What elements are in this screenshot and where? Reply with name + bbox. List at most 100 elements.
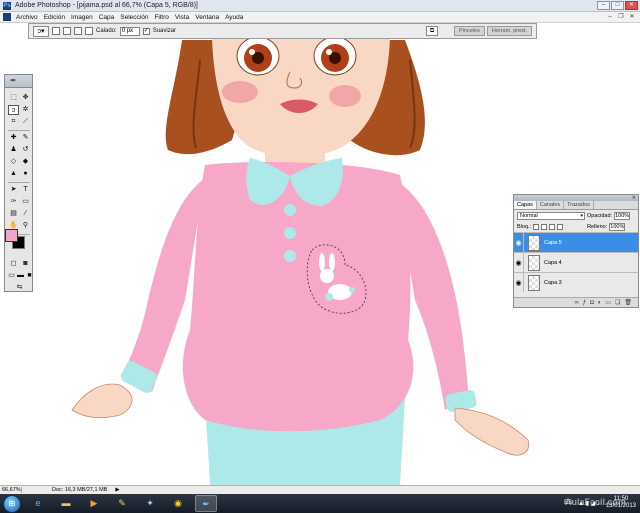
brush-tool-icon[interactable]: ✎ <box>20 133 31 143</box>
eraser-tool-icon[interactable]: ◇ <box>8 157 19 167</box>
eye-icon[interactable]: ◉ <box>514 253 524 272</box>
menu-seleccion[interactable]: Selección <box>117 14 151 21</box>
move-tool-icon[interactable]: ✥ <box>20 93 31 103</box>
menu-edicion[interactable]: Edición <box>41 14 68 21</box>
chrome-icon[interactable]: ◉ <box>167 495 189 512</box>
slice-tool-icon[interactable]: ⟋ <box>20 117 31 127</box>
shape-tool-icon[interactable]: ▭ <box>20 197 31 207</box>
window-title: Adobe Photoshop - [pijama.psd al 66,7% (… <box>15 2 198 9</box>
clone-stamp-icon[interactable]: ♟ <box>8 145 19 155</box>
dodge-tool-icon[interactable]: ● <box>20 169 31 179</box>
minimize-button[interactable]: – <box>597 1 610 10</box>
new-group-icon[interactable]: ▭ <box>605 299 611 306</box>
menu-ayuda[interactable]: Ayuda <box>222 14 246 21</box>
path-selection-icon[interactable]: ➤ <box>8 185 19 195</box>
well-tab-brushes[interactable]: Pinceles <box>454 26 485 36</box>
layers-panel: ✕ Capas Canales Trazados Normal Opacidad… <box>513 194 639 308</box>
fill-label: Relleno: <box>587 223 608 230</box>
watermark-logo: AulaFacil.com <box>564 497 626 507</box>
photoshop-taskbar-icon[interactable]: ✒ <box>195 495 217 512</box>
eyedropper-tool-icon[interactable]: ⁄ <box>20 209 31 219</box>
menu-archivo[interactable]: Archivo <box>13 14 41 21</box>
game-icon[interactable]: ✦ <box>139 495 161 512</box>
type-tool-icon[interactable]: T <box>20 185 31 195</box>
magic-wand-tool-icon[interactable]: ✲ <box>20 105 31 115</box>
fill-input[interactable]: 100% <box>609 222 626 231</box>
menu-imagen[interactable]: Imagen <box>68 14 96 21</box>
quick-mask-icon[interactable]: ◙ <box>20 259 31 269</box>
lasso-tool-preset-icon[interactable]: ↄ▾ <box>33 25 49 37</box>
healing-brush-icon[interactable]: ✚ <box>8 133 19 143</box>
opacity-label: Opacidad: <box>587 212 613 219</box>
pen-tool-icon[interactable]: ✑ <box>8 197 19 207</box>
layer-mask-icon[interactable]: ◘ <box>590 300 594 306</box>
maximize-button[interactable]: □ <box>611 1 624 10</box>
layer-row[interactable]: ◉ Capa 4 <box>514 252 638 272</box>
jump-to-imageready-icon[interactable]: ⇆ <box>14 283 25 293</box>
pajama-shirt <box>182 162 414 432</box>
foreground-color-swatch[interactable] <box>5 229 18 242</box>
opacity-input[interactable]: 100% <box>614 211 631 220</box>
menu-filtro[interactable]: Filtro <box>151 14 171 21</box>
document-size: Doc: 16,3 MB/27,1 MB <box>52 487 108 493</box>
link-layers-icon[interactable]: ∞ <box>574 300 578 306</box>
lock-position-icon[interactable] <box>549 223 556 230</box>
layer-row[interactable]: ◉ Capa 5 <box>514 232 638 252</box>
notes-tool-icon[interactable]: ▤ <box>8 209 19 219</box>
file-explorer-icon[interactable]: ▬ <box>55 495 77 512</box>
menu-vista[interactable]: Vista <box>172 14 192 21</box>
eye-icon[interactable]: ◉ <box>514 273 524 292</box>
tab-canales[interactable]: Canales <box>537 201 565 209</box>
layer-thumbnail <box>528 274 540 291</box>
menu-capa[interactable]: Capa <box>96 14 118 21</box>
antialias-checkbox[interactable]: ✓ <box>142 27 150 35</box>
add-selection-icon[interactable] <box>63 27 71 35</box>
lock-all-icon[interactable] <box>557 223 564 230</box>
well-tab-tool-presets[interactable]: Herram. prest. <box>486 26 532 36</box>
standard-mode-icon[interactable]: ◻ <box>8 259 19 269</box>
antialias-label: Suavizar <box>152 28 177 34</box>
screen-mode-full-icon[interactable]: ■ <box>24 271 35 281</box>
lasso-tool-icon[interactable]: ↄ <box>8 105 19 115</box>
feather-logo-icon[interactable]: ✒ <box>10 77 28 85</box>
blend-mode-select[interactable]: Normal <box>517 211 585 220</box>
doc-close-button[interactable]: ✕ <box>627 13 637 21</box>
status-menu-arrow-icon[interactable]: ▶ <box>115 487 119 493</box>
tab-capas[interactable]: Capas <box>514 201 537 209</box>
paint-bucket-icon[interactable]: ◆ <box>20 157 31 167</box>
lock-transparency-icon[interactable] <box>533 223 540 230</box>
file-browser-icon[interactable]: ⧉ <box>426 26 438 36</box>
status-bar: 66,67% Doc: 16,3 MB/27,1 MB ▶ <box>0 485 640 494</box>
tab-trazados[interactable]: Trazados <box>564 201 594 209</box>
start-button[interactable]: ⊞ <box>3 494 21 513</box>
doc-restore-button[interactable]: ❐ <box>616 13 626 21</box>
feather-input[interactable]: 0 px <box>119 26 140 36</box>
subtract-selection-icon[interactable] <box>74 27 82 35</box>
new-selection-icon[interactable] <box>52 27 60 35</box>
layers-panel-close-icon[interactable]: ✕ <box>632 195 636 201</box>
eye-icon[interactable]: ◉ <box>514 233 524 252</box>
intersect-selection-icon[interactable] <box>85 27 93 35</box>
close-button[interactable]: ✕ <box>625 1 638 10</box>
media-player-icon[interactable]: ▶ <box>83 495 105 512</box>
window-titlebar[interactable]: Ps Adobe Photoshop - [pijama.psd al 66,7… <box>0 0 640 12</box>
layer-style-icon[interactable]: ƒ <box>583 300 586 306</box>
paint-icon[interactable]: ✎ <box>111 495 133 512</box>
crop-tool-icon[interactable]: ⌗ <box>8 117 19 127</box>
marquee-tool-icon[interactable]: ⬚ <box>8 93 19 103</box>
lock-pixels-icon[interactable] <box>541 223 548 230</box>
adjustment-layer-icon[interactable]: ◐ <box>598 300 602 306</box>
zoom-tool-icon[interactable]: ⚲ <box>20 221 31 231</box>
delete-layer-icon[interactable]: 🗑 <box>624 299 632 306</box>
layer-name: Capa 4 <box>544 259 562 266</box>
zoom-level[interactable]: 66,67% <box>0 487 22 493</box>
document-icon[interactable] <box>3 13 11 21</box>
internet-explorer-icon[interactable]: e <box>27 495 49 512</box>
new-layer-icon[interactable]: ❏ <box>615 299 620 306</box>
history-brush-icon[interactable]: ↺ <box>20 145 31 155</box>
doc-minimize-button[interactable]: – <box>605 13 615 21</box>
blur-tool-icon[interactable]: ▲ <box>8 169 19 179</box>
menu-ventana[interactable]: Ventana <box>192 14 222 21</box>
layer-thumbnail <box>528 254 540 271</box>
layer-row[interactable]: ◉ Capa 3 <box>514 272 638 292</box>
